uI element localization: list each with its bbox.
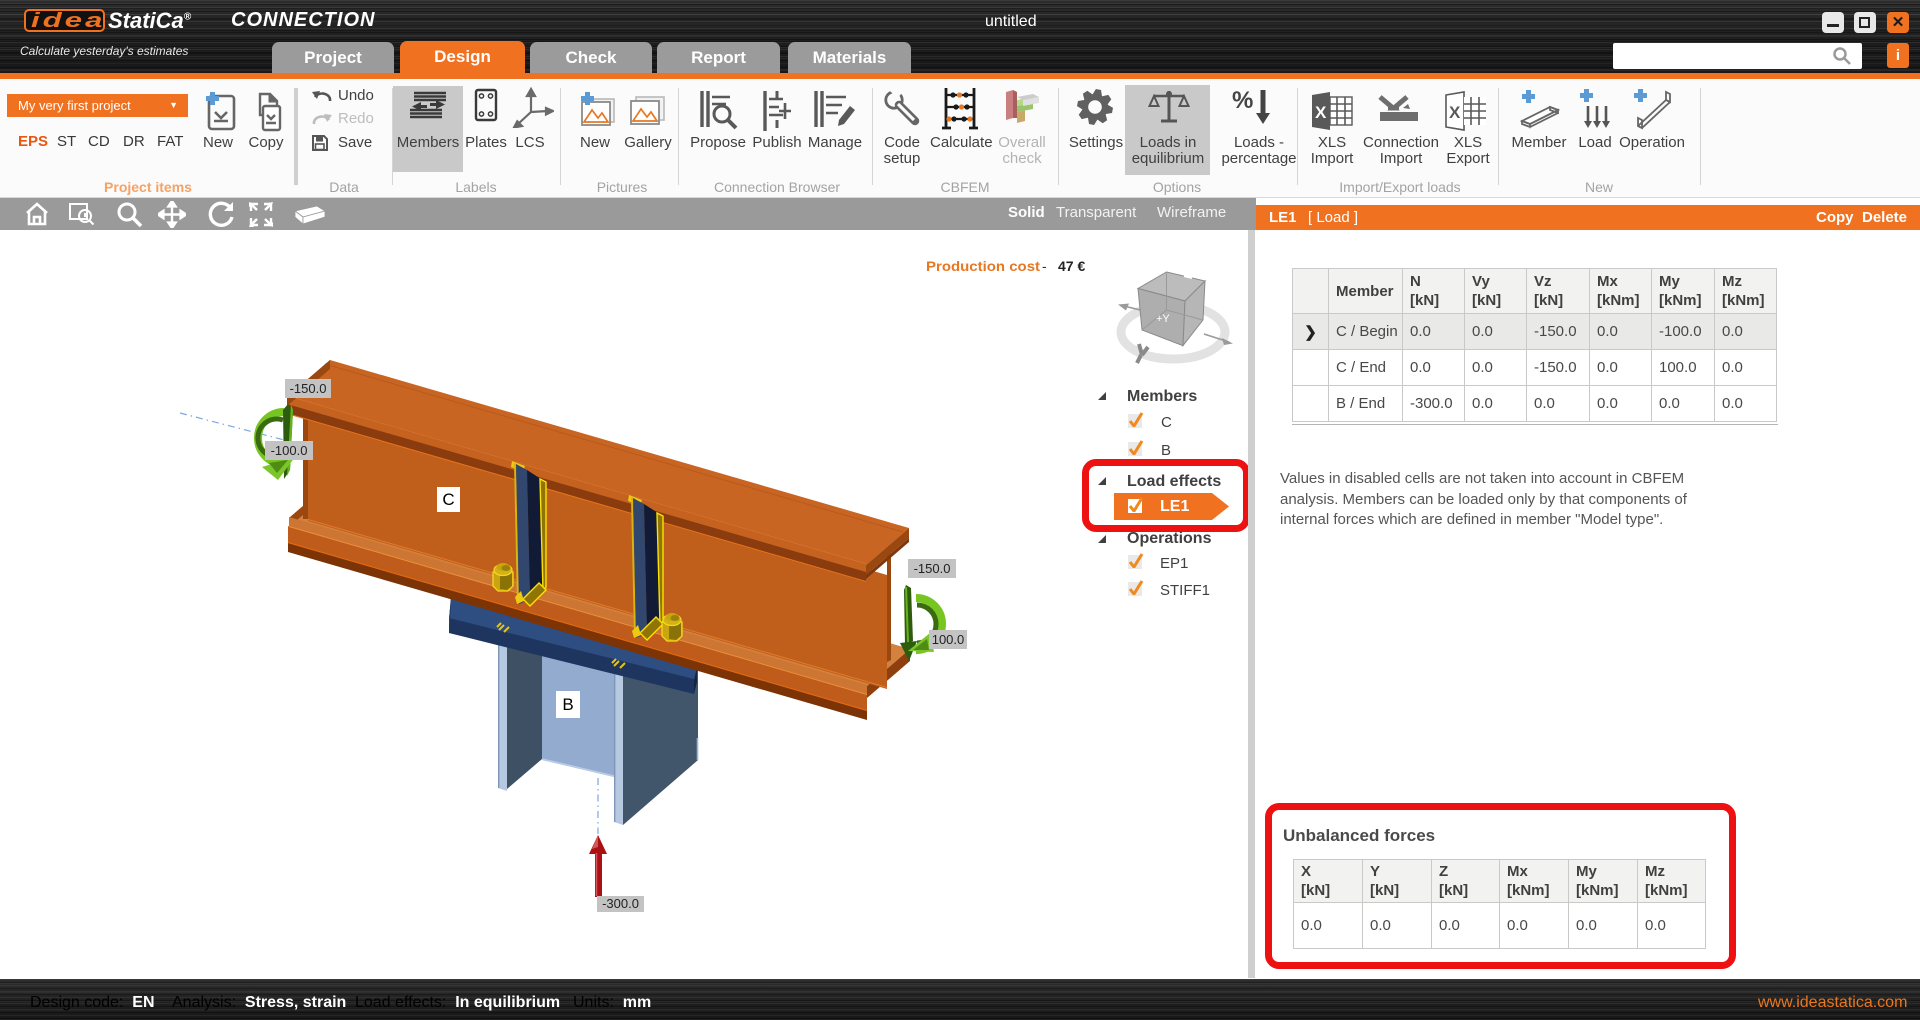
svg-text:+Y: +Y bbox=[1156, 313, 1170, 325]
svg-text:%: % bbox=[1232, 88, 1253, 114]
svg-text:X: X bbox=[1315, 103, 1327, 122]
svg-text:X: X bbox=[1449, 103, 1461, 122]
